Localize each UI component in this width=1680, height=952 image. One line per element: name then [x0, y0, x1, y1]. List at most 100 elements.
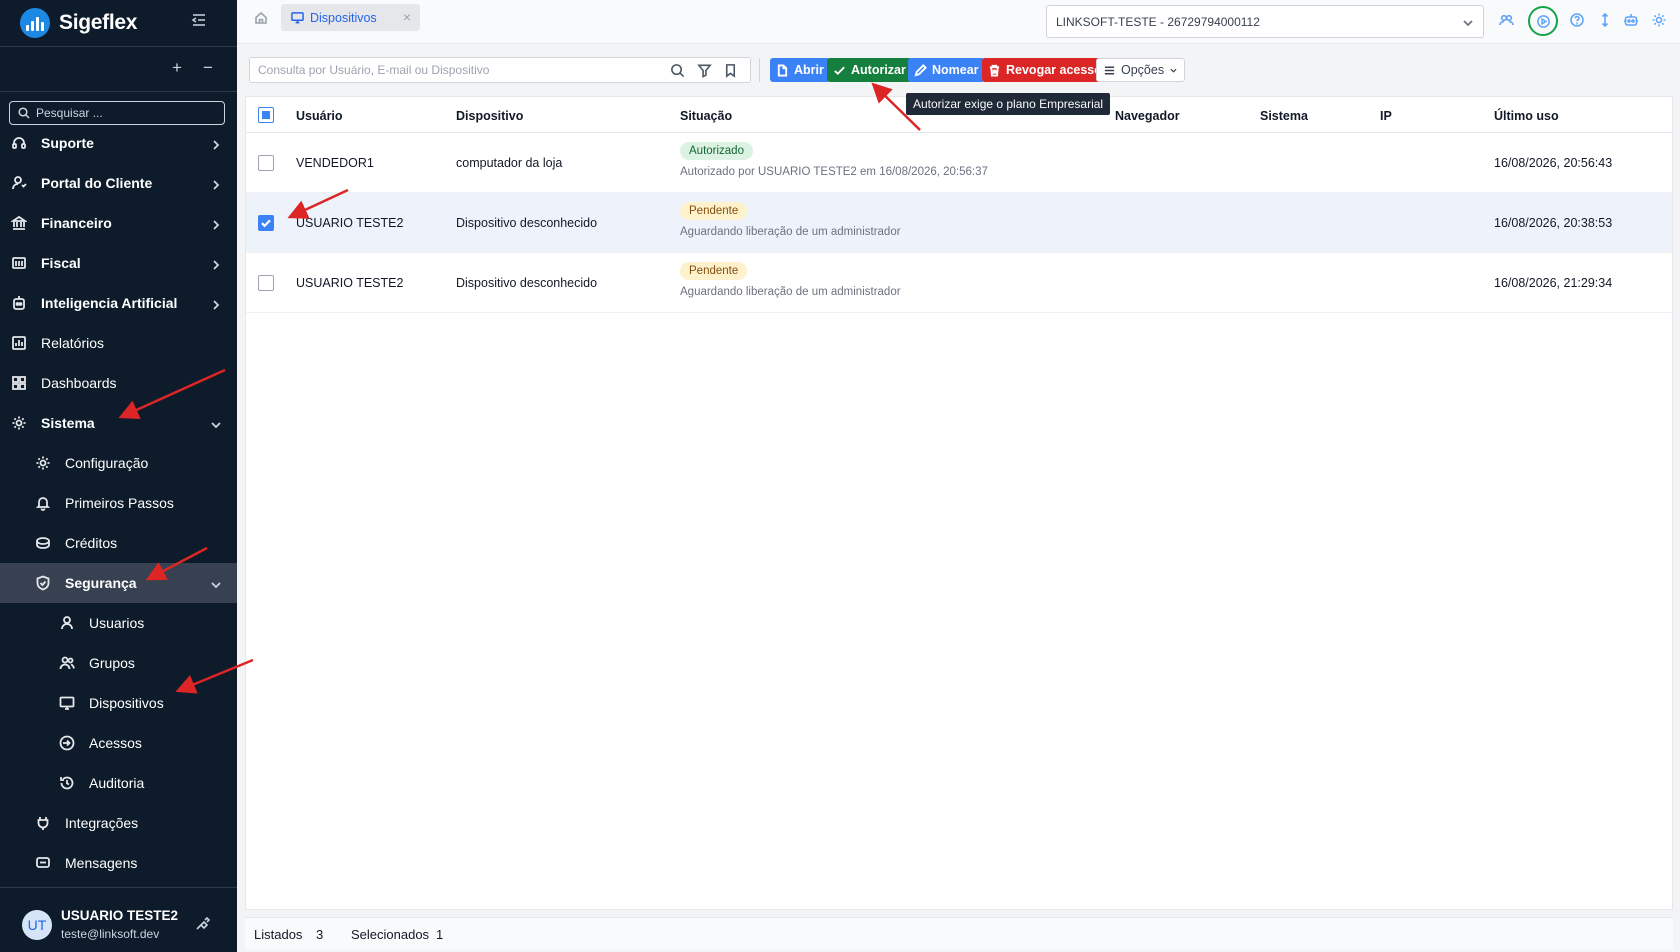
rename-button[interactable]: Nomear: [908, 58, 985, 82]
pencil-icon: [914, 63, 927, 76]
filter-icon[interactable]: [697, 63, 713, 79]
home-icon[interactable]: [254, 11, 268, 25]
sidebar-item-inteligencia-artificial[interactable]: Inteligencia Artificial: [0, 283, 237, 323]
cell-ultimo-uso: 16/08/2026, 20:56:43: [1494, 156, 1613, 170]
expand-all-icon[interactable]: +: [172, 58, 182, 78]
sidebar-divider: [0, 91, 237, 92]
sidebar-item-label: Mensagens: [65, 855, 138, 871]
user-icon: [58, 614, 76, 632]
sidebar-item-configuracao[interactable]: Configuração: [0, 443, 237, 483]
sidebar-item-integracoes[interactable]: Integrações: [0, 803, 237, 843]
ai-icon: [10, 294, 28, 312]
sidebar-item-label: Segurança: [65, 575, 137, 591]
cell-dispositivo: computador da loja: [456, 156, 563, 170]
select-all-checkbox[interactable]: [258, 107, 274, 123]
table-row[interactable]: USUARIO TESTE2 Dispositivo desconhecido …: [246, 253, 1672, 313]
shield-icon: [34, 574, 52, 592]
search-icon: [18, 107, 30, 119]
menu-icon: [1104, 66, 1115, 74]
sidebar-item-label: Grupos: [89, 655, 135, 671]
gear-icon: [10, 414, 28, 432]
sidebar-item-label: Inteligencia Artificial: [41, 295, 178, 311]
chevron-right-icon: [211, 298, 221, 310]
play-icon[interactable]: [1528, 6, 1558, 36]
chevron-right-icon: [211, 178, 221, 190]
revoke-access-button[interactable]: Revogar acesso: [982, 58, 1108, 82]
report-icon: [10, 334, 28, 352]
sidebar-item-creditos[interactable]: Créditos: [0, 523, 237, 563]
company-select[interactable]: LINKSOFT-TESTE - 26729794000112: [1046, 5, 1484, 38]
sidebar-item-label: Dashboards: [41, 375, 117, 391]
settings-icon[interactable]: [1651, 12, 1667, 28]
sidebar-item-primeiros-passos[interactable]: Primeiros Passos: [0, 483, 237, 523]
listed-label: Listados: [254, 927, 303, 942]
sidebar-item-label: Primeiros Passos: [65, 495, 174, 511]
sidebar-item-label: Usuarios: [89, 615, 145, 631]
column-header-usuario[interactable]: Usuário: [296, 109, 343, 123]
device-search-input[interactable]: Consulta por Usuário, E-mail ou Disposit…: [249, 57, 751, 83]
open-button[interactable]: Abrir: [770, 58, 830, 82]
sidebar-item-label: Sistema: [41, 415, 95, 431]
login-icon: [58, 734, 76, 752]
sidebar-item-relatorios[interactable]: Relatórios: [0, 323, 237, 363]
sidebar-item-suporte[interactable]: Suporte: [0, 123, 237, 163]
sidebar-item-grupos[interactable]: Grupos: [0, 643, 237, 683]
sidebar-item-dashboards[interactable]: Dashboards: [0, 363, 237, 403]
sidebar-item-fiscal[interactable]: Fiscal: [0, 243, 237, 283]
collapse-all-icon[interactable]: −: [203, 58, 213, 78]
users-icon[interactable]: [1498, 12, 1514, 28]
dashboard-icon: [10, 374, 28, 392]
check-icon: [261, 219, 271, 228]
options-dropdown[interactable]: Opções: [1096, 58, 1186, 82]
authorize-button[interactable]: Autorizar: [827, 58, 912, 82]
rename-button-label: Nomear: [932, 63, 979, 77]
sidebar-item-label: Dispositivos: [89, 695, 164, 711]
sidebar-search-input[interactable]: Pesquisar ...: [9, 101, 225, 125]
resize-vertical-icon[interactable]: [1597, 12, 1613, 28]
column-header-navegador[interactable]: Navegador: [1115, 109, 1180, 123]
table-row[interactable]: VENDEDOR1 computador da loja Autorizado …: [246, 133, 1672, 193]
gear-icon: [34, 454, 52, 472]
user-profile[interactable]: UT USUARIO TESTE2 teste@linksoft.dev: [0, 887, 237, 952]
headset-icon: [10, 134, 28, 152]
table-row[interactable]: USUARIO TESTE2 Dispositivo desconhecido …: [246, 193, 1672, 253]
app-logo[interactable]: Sigeflex: [20, 8, 137, 38]
sidebar-item-label: Acessos: [89, 735, 142, 751]
logout-icon[interactable]: [194, 915, 212, 933]
help-icon[interactable]: [1569, 12, 1585, 28]
column-header-situacao[interactable]: Situação: [680, 109, 732, 123]
row-checkbox[interactable]: [258, 275, 274, 291]
robot-icon[interactable]: [1623, 12, 1639, 28]
close-icon[interactable]: ×: [403, 9, 411, 25]
search-icon[interactable]: [670, 63, 686, 79]
sidebar-item-auditoria[interactable]: Auditoria: [0, 763, 237, 803]
sidebar-item-usuarios[interactable]: Usuarios: [0, 603, 237, 643]
sidebar-item-financeiro[interactable]: Financeiro: [0, 203, 237, 243]
bank-icon: [10, 214, 28, 232]
sidebar-item-acessos[interactable]: Acessos: [0, 723, 237, 763]
sidebar-item-sistema[interactable]: Sistema: [0, 403, 237, 443]
sidebar-item-label: Integrações: [65, 815, 139, 831]
bookmark-icon[interactable]: [723, 63, 739, 79]
company-select-value: LINKSOFT-TESTE - 26729794000112: [1056, 14, 1260, 29]
message-icon: [34, 854, 52, 872]
plug-icon: [34, 814, 52, 832]
column-header-ultimo-uso[interactable]: Último uso: [1494, 109, 1559, 123]
sidebar-item-dispositivos[interactable]: Dispositivos: [0, 683, 237, 723]
column-header-sistema[interactable]: Sistema: [1260, 109, 1308, 123]
sidebar-item-seguranca[interactable]: Segurança: [0, 563, 237, 603]
avatar[interactable]: UT: [22, 910, 52, 940]
coins-icon: [34, 534, 52, 552]
collapse-sidebar-icon[interactable]: [190, 12, 208, 30]
sidebar-item-label: Fiscal: [41, 255, 81, 271]
tab-dispositivos[interactable]: Dispositivos ×: [281, 4, 420, 31]
status-detail: Aguardando liberação de um administrador: [680, 226, 901, 238]
sidebar-item-label: Portal do Cliente: [41, 175, 153, 191]
row-checkbox[interactable]: [258, 215, 274, 231]
sidebar-item-portal-cliente[interactable]: Portal do Cliente: [0, 163, 237, 203]
sidebar-item-mensagens[interactable]: Mensagens: [0, 843, 237, 883]
column-header-ip[interactable]: IP: [1380, 109, 1392, 123]
row-checkbox[interactable]: [258, 155, 274, 171]
logo-icon: [20, 8, 50, 38]
column-header-dispositivo[interactable]: Dispositivo: [456, 109, 523, 123]
